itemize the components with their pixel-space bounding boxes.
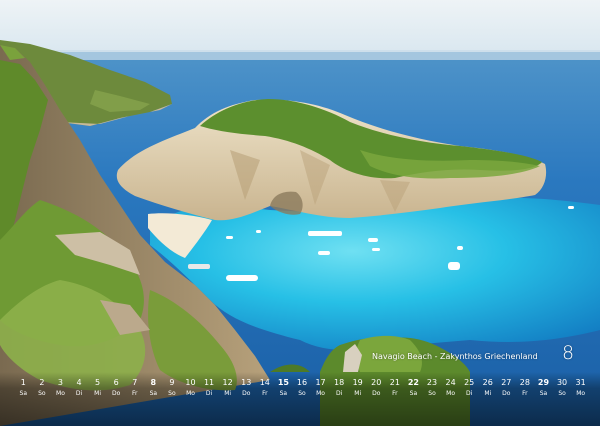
calendar-day-weekday: Mi <box>224 390 232 397</box>
calendar-day-weekday: Fr <box>132 390 138 397</box>
calendar-day-weekday: Sa <box>149 390 158 397</box>
calendar-day: 17 Mo <box>311 377 330 399</box>
calendar-day-number: 28 <box>519 378 530 387</box>
calendar-day: 7 Fr <box>125 377 144 399</box>
calendar-day-weekday: Do <box>502 390 511 397</box>
calendar-day-number: 9 <box>169 378 175 387</box>
calendar-day-weekday: Mo <box>316 390 325 397</box>
calendar-day: 2 So <box>33 377 52 399</box>
calendar-day-weekday: So <box>168 390 176 397</box>
calendar-day: 10 Mo <box>181 377 200 399</box>
calendar-day: 14 Fr <box>256 377 275 399</box>
calendar-day: 12 Mi <box>218 377 237 399</box>
calendar-day-weekday: Mo <box>576 390 586 397</box>
calendar-day: 26 Mi <box>478 377 497 399</box>
calendar-day-weekday: Fr <box>392 390 398 397</box>
calendar-page: Navagio Beach - Zakynthos Griechenland 8… <box>0 0 600 426</box>
calendar-day: 20 Do <box>367 377 386 399</box>
calendar-day-weekday: Mo <box>186 390 195 397</box>
calendar-day-number: 27 <box>501 378 512 387</box>
calendar-day: 11 Di <box>200 377 219 399</box>
calendar-day-weekday: Mo <box>56 390 65 397</box>
calendar-day: 21 Fr <box>386 377 405 399</box>
calendar-day-number: 16 <box>296 378 308 387</box>
calendar-day-number: 2 <box>39 378 45 387</box>
calendar-day: 18 Di <box>330 377 349 399</box>
calendar-day: 31 Mo <box>571 377 590 399</box>
calendar-day-number: 31 <box>575 378 586 387</box>
calendar-day: 24 Mo <box>441 377 460 399</box>
calendar-day: 30 So <box>553 377 572 399</box>
calendar-day: 16 So <box>293 377 312 399</box>
photo-caption: Navagio Beach - Zakynthos Griechenland <box>372 352 538 361</box>
calendar-day-weekday: Mo <box>446 390 456 397</box>
calendar-day-number: 11 <box>203 378 215 387</box>
calendar-day-weekday: So <box>558 390 566 397</box>
calendar-day-number: 5 <box>95 378 101 387</box>
calendar-day-number: 24 <box>445 378 456 387</box>
calendar-day-number: 3 <box>57 378 63 387</box>
calendar-day-number: 26 <box>482 378 493 387</box>
month-number: 8 <box>562 342 575 364</box>
calendar-day-weekday: Di <box>335 390 343 397</box>
calendar-day-number: 13 <box>241 378 252 387</box>
calendar-day: 1 Sa <box>14 377 33 399</box>
calendar-day-weekday: Fr <box>522 390 528 397</box>
calendar-day: 25 Di <box>460 377 479 399</box>
calendar-day: 5 Mi <box>88 377 107 399</box>
calendar-day-number: 29 <box>537 378 550 387</box>
calendar-day-number: 30 <box>556 378 568 387</box>
calendar-day-weekday: Mi <box>354 390 362 397</box>
calendar-day-weekday: Di <box>75 390 83 397</box>
calendar-day-number: 22 <box>407 378 419 387</box>
calendar-day-weekday: So <box>428 390 436 397</box>
calendar-day-weekday: Fr <box>262 390 268 397</box>
calendar-day: 23 So <box>423 377 442 399</box>
calendar-day-number: 25 <box>464 378 475 387</box>
calendar-day-weekday: Do <box>112 390 121 397</box>
calendar-day: 4 Di <box>70 377 89 399</box>
calendar-day: 6 Do <box>107 377 126 399</box>
calendar-day-number: 15 <box>277 378 289 387</box>
calendar-day: 9 So <box>163 377 182 399</box>
calendar-day-weekday: Di <box>205 390 213 397</box>
calendar-day-number: 20 <box>371 378 382 387</box>
calendar-day-number: 18 <box>334 378 345 387</box>
calendar-day-weekday: Mi <box>94 390 102 397</box>
calendar-day-number: 6 <box>113 378 119 387</box>
calendar-day-number: 12 <box>222 378 233 387</box>
calendar-day-weekday: Sa <box>409 390 418 397</box>
calendar-day-weekday: Di <box>466 390 473 397</box>
calendar-day: 27 Do <box>497 377 516 399</box>
calendar-day-number: 21 <box>389 378 400 387</box>
calendar-day: 15 Sa <box>274 377 293 399</box>
calendar-day-weekday: Do <box>242 390 251 397</box>
calendar-day-number: 7 <box>132 378 138 387</box>
calendar-day-weekday: So <box>298 390 306 397</box>
calendar-day-weekday: Mi <box>484 390 492 397</box>
calendar-day: 22 Sa <box>404 377 423 399</box>
calendar-day: 19 Mi <box>348 377 367 399</box>
calendar-day-number: 19 <box>352 378 363 387</box>
calendar-day-number: 23 <box>426 378 438 387</box>
calendar-day-number: 14 <box>259 378 270 387</box>
calendar-day-weekday: Do <box>372 390 381 397</box>
calendar-day: 13 Do <box>237 377 256 399</box>
calendar-day-weekday: Sa <box>19 390 28 397</box>
calendar-day: 3 Mo <box>51 377 70 399</box>
calendar-day-weekday: Sa <box>539 390 548 397</box>
calendar-day-weekday: Sa <box>279 390 288 397</box>
calendar-day: 28 Fr <box>516 377 535 399</box>
calendar-day-number: 1 <box>20 378 26 387</box>
calendar-day-number: 17 <box>315 378 326 387</box>
calendar-day-weekday: So <box>38 390 46 397</box>
calendar-day-number: 8 <box>150 378 157 387</box>
calendar-grid: 1 Sa 2 So 3 Mo 4 Di 5 Mi 6 Do 7 Fr 8 Sa 9 So 10 Mo 11 Di 12 Mi 1… <box>14 377 590 399</box>
navagio-beach-photo <box>0 0 600 426</box>
calendar-day-number: 10 <box>185 378 196 387</box>
calendar-day: 8 Sa <box>144 377 163 399</box>
calendar-day-number: 4 <box>76 378 82 387</box>
calendar-day: 29 Sa <box>534 377 553 399</box>
